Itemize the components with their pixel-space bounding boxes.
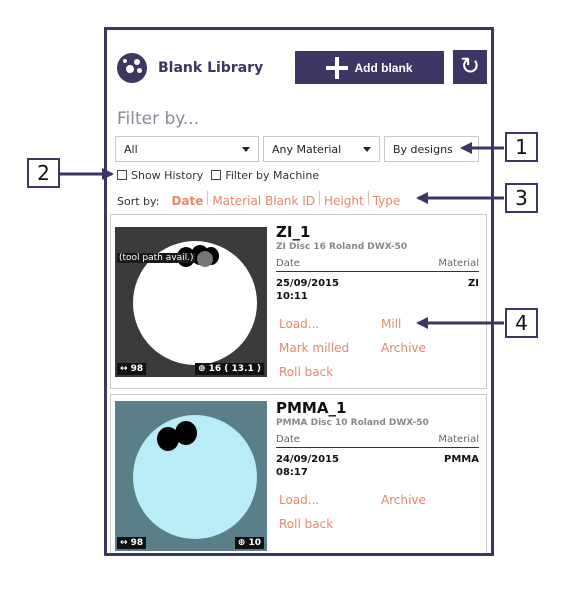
- blank-library-panel: Blank Library Add blank ↻ Filter by... A…: [104, 27, 494, 556]
- header: Blank Library Add blank ↻: [115, 48, 487, 90]
- callout-3: 3: [505, 183, 538, 213]
- blank-info-header: Date Material: [276, 258, 479, 272]
- blank-date: 25/09/2015 10:11: [276, 278, 339, 302]
- sort-bar: Sort by: Date Material Blank ID Height T…: [117, 191, 404, 208]
- add-blank-button[interactable]: Add blank: [295, 51, 444, 84]
- archive-action[interactable]: Archive: [381, 341, 426, 355]
- mark-milled-action[interactable]: Mark milled: [279, 341, 349, 355]
- filter-label: Filter by...: [117, 109, 200, 129]
- blank-date: 24/09/2015 08:17: [276, 454, 339, 478]
- load-action[interactable]: Load...: [279, 493, 319, 507]
- load-action[interactable]: Load...: [279, 317, 319, 331]
- checkbox-row: Show History Filter by Machine: [117, 168, 319, 182]
- filter-by-machine-checkbox[interactable]: [211, 170, 222, 180]
- callout-4: 4: [505, 308, 538, 338]
- blank-thumbnail: (tool path avail.) ↔ 98 ⊕ 16 ( 13.1 ): [115, 227, 267, 377]
- chevron-down-icon: [242, 147, 250, 152]
- blank-info: PMMA_1 PMMA Disc 10 Roland DWX-50 Date M…: [276, 399, 479, 479]
- height-badge: ⊕ 10: [234, 537, 264, 549]
- dropdown-value: Any Material: [272, 143, 342, 156]
- blank-library-logo-icon: [117, 53, 147, 83]
- filter-by-designs-dropdown[interactable]: By designs: [384, 136, 479, 162]
- blank-info-header: Date Material: [276, 434, 479, 448]
- dropdown-value: All: [124, 143, 138, 156]
- date-header: Date: [276, 434, 300, 445]
- add-blank-label: Add blank: [354, 60, 413, 75]
- diameter-badge: ↔ 98: [117, 363, 147, 375]
- blank-material: PMMA: [444, 454, 479, 465]
- mill-action[interactable]: Mill: [381, 317, 401, 331]
- sort-label: Sort by:: [117, 195, 160, 208]
- blank-info: ZI_1 ZI Disc 16 Roland DWX-50 Date Mater…: [276, 223, 479, 303]
- blank-list: (tool path avail.) ↔ 98 ⊕ 16 ( 13.1 ) ZI…: [110, 214, 488, 553]
- blank-subtitle: ZI Disc 16 Roland DWX-50: [276, 242, 408, 252]
- sort-option-type[interactable]: Type: [369, 194, 405, 208]
- sort-option-height[interactable]: Height: [320, 194, 368, 208]
- date-header: Date: [276, 258, 300, 269]
- sort-option-material-blank-id[interactable]: Material Blank ID: [208, 194, 319, 208]
- blank-thumbnail: ↔ 98 ⊕ 10: [115, 401, 267, 551]
- design-blob: [197, 251, 213, 267]
- sort-option-date[interactable]: Date: [167, 194, 207, 208]
- blank-info-values: 25/09/2015 10:11 ZI: [276, 277, 479, 303]
- show-history-checkbox[interactable]: [117, 170, 127, 180]
- filter-all-dropdown[interactable]: All: [115, 136, 259, 162]
- blank-card-pmma-1[interactable]: ↔ 98 ⊕ 10 PMMA_1 PMMA Disc 10 Roland DWX…: [110, 394, 487, 553]
- archive-action[interactable]: Archive: [381, 493, 426, 507]
- blank-card-zi-1[interactable]: (tool path avail.) ↔ 98 ⊕ 16 ( 13.1 ) ZI…: [110, 214, 487, 389]
- material-header: Material: [438, 434, 479, 445]
- refresh-button[interactable]: ↻: [453, 50, 487, 84]
- roll-back-action[interactable]: Roll back: [279, 365, 333, 379]
- plus-icon: [326, 56, 349, 79]
- callout-2: 2: [27, 158, 60, 188]
- show-history-label: Show History: [131, 168, 204, 182]
- blank-info-values: 24/09/2015 08:17 PMMA: [276, 453, 479, 479]
- diameter-badge: ↔ 98: [117, 537, 147, 549]
- material-header: Material: [438, 258, 479, 269]
- height-badge: ⊕ 16 ( 13.1 ): [194, 363, 264, 375]
- chevron-down-icon: [363, 147, 371, 152]
- callout-1: 1: [505, 132, 538, 162]
- blank-subtitle: PMMA Disc 10 Roland DWX-50: [276, 418, 429, 428]
- filter-material-dropdown[interactable]: Any Material: [263, 136, 380, 162]
- roll-back-action[interactable]: Roll back: [279, 517, 333, 531]
- filter-by-machine-label: Filter by Machine: [225, 168, 320, 182]
- toolpath-label: (tool path avail.): [117, 253, 196, 263]
- blank-name: PMMA_1: [276, 399, 347, 417]
- design-blob: [175, 421, 197, 445]
- blank-material: ZI: [468, 278, 479, 289]
- refresh-icon: ↻: [459, 53, 481, 80]
- app-title: Blank Library: [158, 60, 264, 76]
- dropdown-value: By designs: [393, 143, 453, 156]
- blank-name: ZI_1: [276, 223, 311, 241]
